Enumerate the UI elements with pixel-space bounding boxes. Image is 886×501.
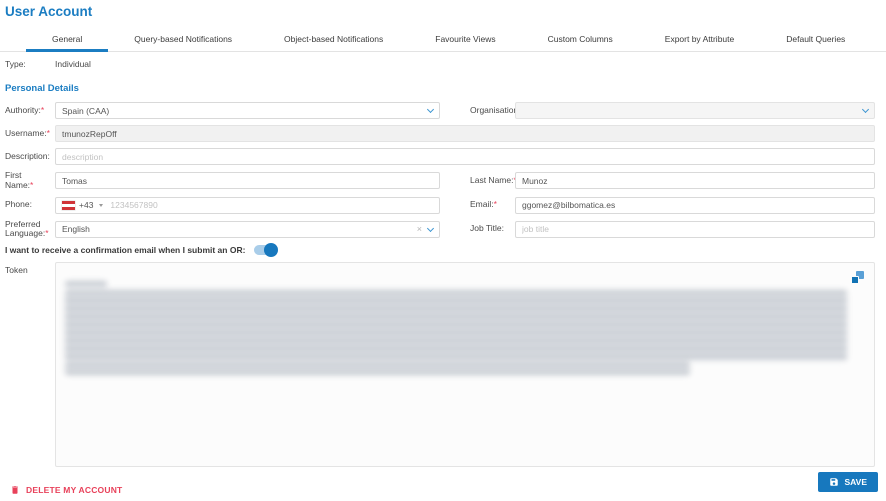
confirmation-toggle-label: I want to receive a confirmation email w… xyxy=(5,245,245,255)
floppy-disk-icon xyxy=(829,477,839,487)
austria-flag-icon[interactable] xyxy=(62,201,75,210)
chevron-down-icon xyxy=(862,106,869,113)
last-name-input[interactable] xyxy=(522,173,868,188)
token-label: Token xyxy=(5,262,55,467)
tab-query-based-notifications[interactable]: Query-based Notifications xyxy=(108,30,258,51)
trash-icon xyxy=(10,484,20,496)
email-input[interactable] xyxy=(522,198,868,213)
authority-label: Authority:* xyxy=(5,106,55,116)
token-box xyxy=(55,262,875,467)
preferred-language-select[interactable]: English × xyxy=(55,221,440,238)
job-title-label: Job Title: xyxy=(470,224,515,234)
last-name-label: Last Name:* xyxy=(470,176,515,186)
username-field xyxy=(55,125,875,142)
organisation-select[interactable] xyxy=(515,102,875,119)
first-name-label: First Name:* xyxy=(5,171,55,191)
token-section: Token xyxy=(5,262,875,467)
description-field[interactable] xyxy=(55,148,875,165)
username-label: Username:* xyxy=(5,129,55,139)
first-name-input[interactable] xyxy=(62,173,433,188)
tab-custom-columns[interactable]: Custom Columns xyxy=(522,30,639,51)
token-value-redacted xyxy=(65,281,847,375)
type-row: Type: Individual xyxy=(5,59,886,69)
authority-select[interactable]: Spain (CAA) xyxy=(55,102,440,119)
job-title-field[interactable] xyxy=(515,221,875,238)
chevron-down-icon xyxy=(427,106,434,113)
preferred-language-label: Preferred Language:* xyxy=(5,220,55,240)
dial-code-caret-icon[interactable] xyxy=(99,204,103,207)
first-name-field[interactable] xyxy=(55,172,440,189)
tab-export-by-attribute[interactable]: Export by Attribute xyxy=(639,30,760,51)
chevron-down-icon xyxy=(427,225,434,232)
copy-icon[interactable] xyxy=(851,271,864,284)
type-label: Type: xyxy=(5,59,55,69)
username-input xyxy=(62,126,868,141)
personal-details-form: Authority:* Spain (CAA) Organisation: Us… xyxy=(5,102,875,239)
page-title: User Account xyxy=(0,0,886,19)
tab-favourite-views[interactable]: Favourite Views xyxy=(409,30,521,51)
phone-field[interactable]: +43 xyxy=(55,197,440,214)
save-label: SAVE xyxy=(844,477,867,487)
delete-my-account-label: DELETE MY ACCOUNT xyxy=(26,485,122,495)
last-name-field[interactable] xyxy=(515,172,875,189)
phone-dial-code[interactable]: +43 xyxy=(79,200,93,210)
clear-x-icon[interactable]: × xyxy=(417,225,422,234)
confirmation-toggle[interactable] xyxy=(254,245,277,255)
authority-value: Spain (CAA) xyxy=(62,106,422,116)
tab-bar: General Query-based Notifications Object… xyxy=(0,30,886,52)
description-input[interactable] xyxy=(62,149,868,164)
confirmation-toggle-row: I want to receive a confirmation email w… xyxy=(5,245,886,255)
description-label: Description: xyxy=(5,152,55,162)
email-field[interactable] xyxy=(515,197,875,214)
tab-default-queries[interactable]: Default Queries xyxy=(760,30,871,51)
phone-input[interactable] xyxy=(110,198,433,213)
delete-my-account-button[interactable]: DELETE MY ACCOUNT xyxy=(10,484,122,496)
save-button[interactable]: SAVE xyxy=(818,472,878,492)
type-value: Individual xyxy=(55,59,886,69)
toggle-knob-icon xyxy=(264,243,278,257)
personal-details-heading: Personal Details xyxy=(5,83,886,94)
preferred-language-value: English xyxy=(62,224,411,234)
phone-label: Phone: xyxy=(5,200,55,210)
tab-object-based-notifications[interactable]: Object-based Notifications xyxy=(258,30,409,51)
organisation-label: Organisation: xyxy=(470,106,515,116)
email-label: Email:* xyxy=(470,200,515,210)
tab-general[interactable]: General xyxy=(26,30,108,52)
job-title-input[interactable] xyxy=(522,222,868,237)
